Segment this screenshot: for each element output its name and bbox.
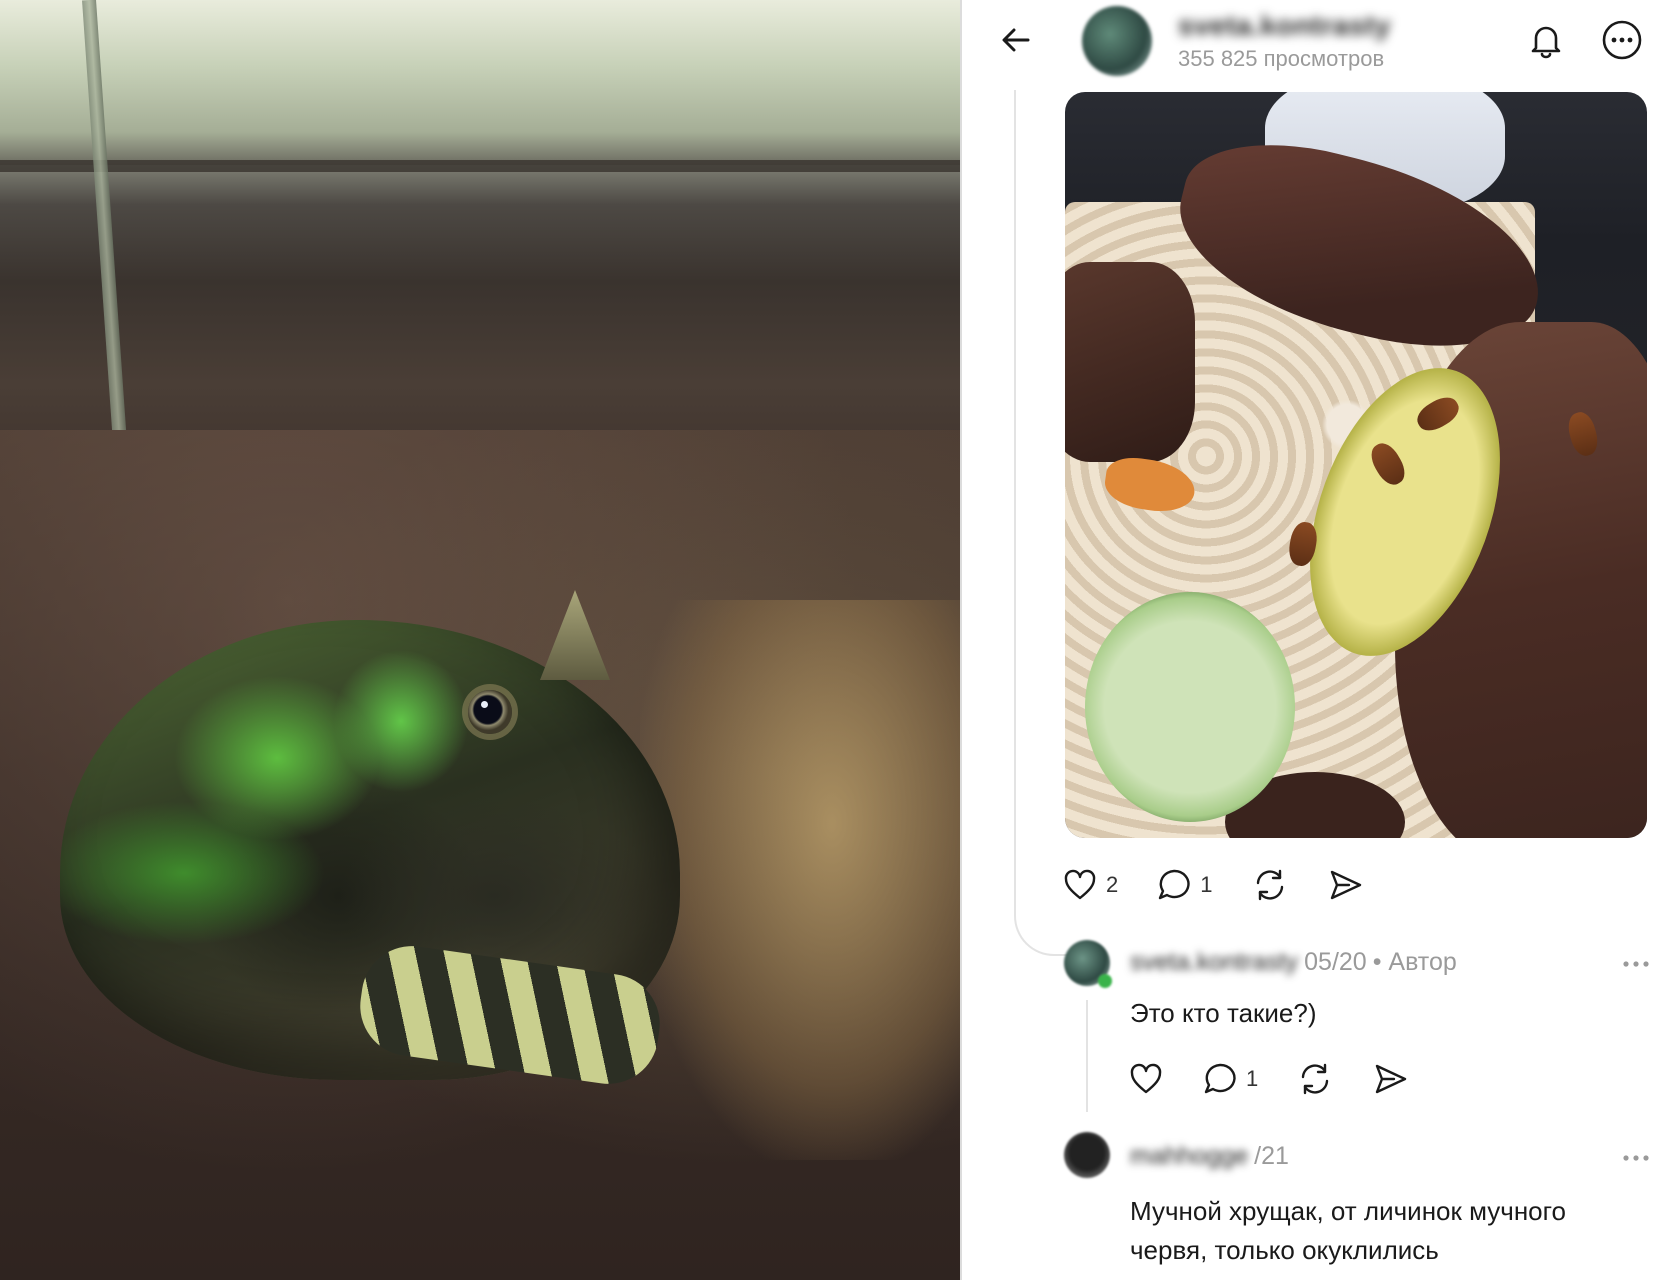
- like-button[interactable]: 2: [1062, 867, 1118, 903]
- comment-more-button[interactable]: [1616, 952, 1656, 976]
- author-username[interactable]: sveta.kontrasty: [1178, 10, 1391, 42]
- repost-arrows-icon: [1302, 1063, 1329, 1095]
- more-options-button[interactable]: [1598, 16, 1646, 64]
- post-image[interactable]: [1065, 92, 1647, 838]
- paper-plane-icon: [1330, 870, 1361, 900]
- comment-date: /21: [1254, 1142, 1289, 1170]
- comment-text: Это кто такие?): [1130, 998, 1317, 1028]
- frog-photo: [0, 0, 960, 1280]
- bell-icon: [1531, 26, 1561, 59]
- comment-button[interactable]: 1: [1156, 867, 1213, 903]
- comment-reply-button[interactable]: 1: [1202, 1061, 1258, 1097]
- comment-like-button[interactable]: [1128, 1061, 1164, 1097]
- comment-text: Мучной хрущак, от личинок мучного червя,…: [1130, 1196, 1567, 1265]
- heart-icon: [1130, 1063, 1162, 1094]
- comment-share-button[interactable]: [1372, 1060, 1410, 1098]
- reply-count: 1: [1246, 1066, 1259, 1091]
- share-button[interactable]: [1327, 866, 1365, 904]
- ellipsis-icon: [1623, 1155, 1649, 1161]
- ellipsis-icon: [1623, 961, 1649, 967]
- comment-avatar[interactable]: [1064, 1132, 1110, 1178]
- comment-date: 05/20: [1304, 948, 1367, 976]
- post-actions: 2 1: [1062, 866, 1403, 904]
- reply-connector: [1086, 1000, 1088, 1112]
- comment-username[interactable]: mahhogge: [1130, 1142, 1248, 1171]
- ellipsis-circle-icon: [1602, 20, 1642, 60]
- heart-icon: [1064, 869, 1096, 900]
- moss-clump: [640, 600, 960, 1160]
- author-badge: • Автор: [1372, 948, 1457, 976]
- arrow-left-icon: [1002, 28, 1030, 52]
- speech-bubble-icon: [1204, 1063, 1236, 1094]
- comment-more-button[interactable]: [1616, 1146, 1656, 1170]
- online-badge: [1098, 974, 1112, 988]
- comment-count: 1: [1200, 872, 1213, 897]
- comment-username[interactable]: sveta.kontrasty: [1130, 948, 1298, 977]
- bark-piece: [1065, 262, 1195, 462]
- author-avatar[interactable]: [1082, 6, 1152, 76]
- comment-repost-button[interactable]: [1296, 1060, 1334, 1098]
- notifications-button[interactable]: [1522, 16, 1570, 64]
- comment-header: sveta.kontrasty 05/20 • Автор: [1130, 948, 1457, 977]
- comment-header: mahhogge /21: [1130, 1142, 1289, 1171]
- thread-screen: sveta.kontrasty 355 825 просмотров 2 1 s…: [962, 0, 1677, 1280]
- back-button[interactable]: [994, 18, 1038, 62]
- comment-actions: 1: [1128, 1060, 1448, 1098]
- speech-bubble-icon: [1159, 869, 1190, 900]
- top-bar: sveta.kontrasty 355 825 просмотров: [962, 0, 1677, 90]
- terrarium-glass: [0, 0, 960, 165]
- frog-eye: [468, 690, 512, 734]
- paper-plane-icon: [1376, 1064, 1407, 1094]
- repost-arrows-icon: [1256, 869, 1283, 901]
- cucumber-slice: [1085, 592, 1295, 822]
- view-count: 355 825 просмотров: [1178, 46, 1385, 71]
- like-count: 2: [1106, 872, 1119, 897]
- terrarium-edge: [0, 160, 960, 172]
- repost-button[interactable]: [1251, 866, 1289, 904]
